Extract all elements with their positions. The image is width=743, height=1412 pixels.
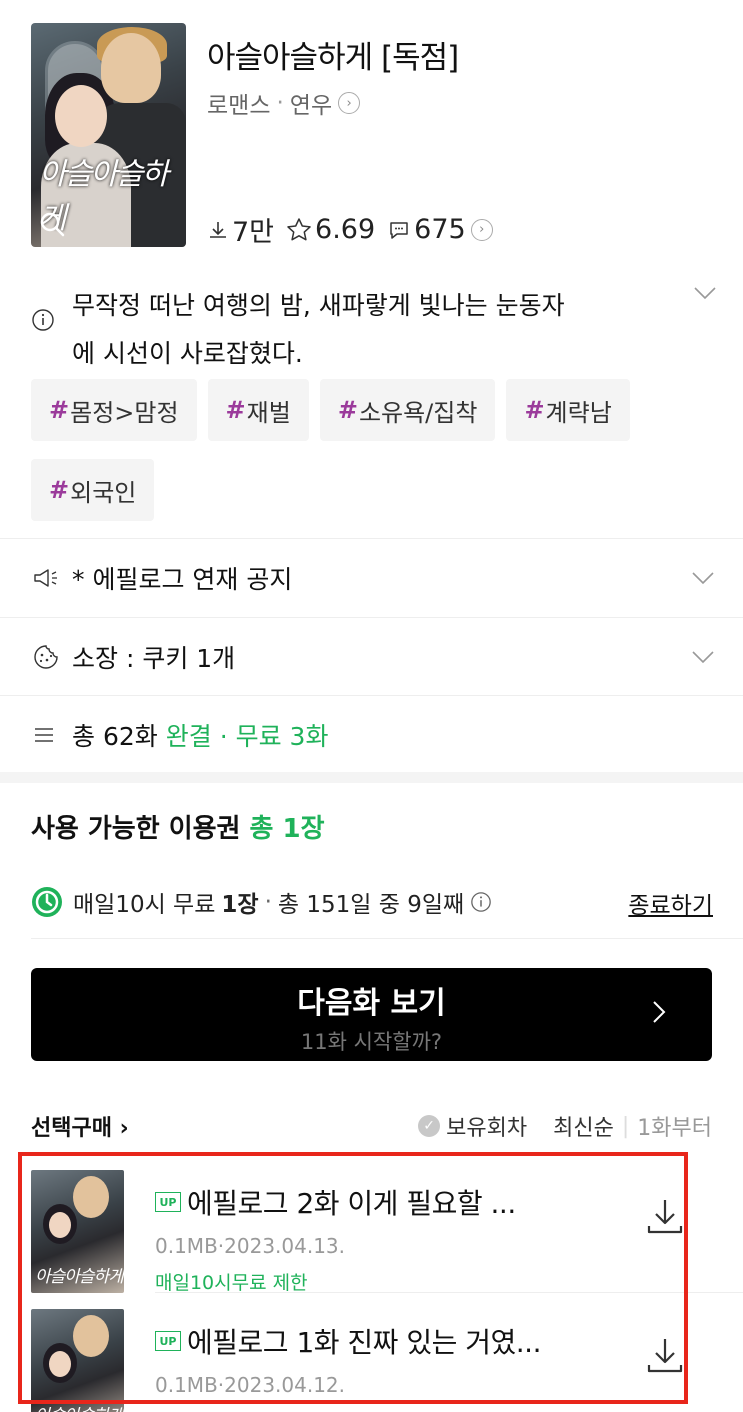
next-episode-button[interactable]: 다음화 보기 11화 시작할까? [31, 968, 712, 1061]
timer-icon [32, 887, 62, 917]
tag-label: 외국인 [70, 478, 137, 507]
free-episodes: 무료 3화 [235, 721, 329, 751]
comments-value: 675 [414, 214, 466, 245]
pass-separator: · [264, 889, 272, 915]
megaphone-icon [34, 568, 57, 587]
chevron-down-icon[interactable] [693, 286, 717, 300]
notice-label: * 에필로그 연재 공지 [72, 564, 293, 594]
chevron-down-icon[interactable] [691, 650, 715, 664]
daily-pass-label: 매일10시 무료 [73, 892, 216, 918]
book-meta[interactable]: 로맨스 · 연우 › [207, 86, 361, 120]
pass-progress: 총 151일 중 9일째 [277, 892, 465, 918]
passes-title-label: 사용 가능한 이용권 [31, 814, 241, 844]
book-title: 아슬아슬하게 [독점] [207, 40, 459, 76]
description-text: 무작정 떠난 여행의 밤, 새파랗게 빛나는 눈동자 에 시선이 사로잡혔다. [72, 282, 642, 378]
hash-symbol: # [49, 476, 70, 504]
hash-symbol: # [337, 396, 358, 424]
end-pass-link[interactable]: 종료하기 [628, 886, 713, 920]
rating-value: 6.69 [315, 214, 376, 245]
daily-pass-count: 1장 [221, 892, 259, 918]
info-icon[interactable] [470, 891, 492, 913]
downloads-stat: 7만 [207, 210, 274, 249]
cookie-row[interactable]: 소장 : 쿠키 1개 [0, 617, 743, 695]
tag-list: # 몸정>맘정 # 재벌 # 소유욕/집착 # 계략남 # 외국인 [31, 379, 731, 521]
downloads-value: 7만 [232, 217, 275, 248]
book-cover[interactable]: 아슬아슬하게 [31, 23, 186, 247]
episode-list-header: 선택구매 › ✓ 보유회차 최신순 | 1화부터 [31, 1110, 712, 1142]
tag-label: 계략남 [545, 398, 612, 427]
zoom-icon[interactable] [39, 211, 65, 237]
daily-pass-row: 매일10시 무료 1장 · 총 151일 중 9일째 종료하기 [31, 880, 713, 924]
passes-count: 총 1장 [249, 814, 325, 844]
chevron-down-icon[interactable] [691, 571, 715, 585]
episode-free-label: 매일10시무료 제한 [155, 1407, 308, 1412]
sort-separator: | [621, 1113, 630, 1139]
description-line: 에 시선이 사로잡혔다. [72, 339, 303, 368]
section-divider [0, 772, 743, 783]
tag-label: 소유욕/집착 [358, 398, 478, 427]
owned-label: 보유회차 [446, 1116, 528, 1141]
sort-from-first[interactable]: 1화부터 [637, 1110, 712, 1142]
comment-icon [390, 221, 408, 239]
cover-man-face [101, 33, 161, 103]
chevron-right-circle-icon[interactable]: › [338, 92, 361, 114]
star-icon [287, 217, 311, 240]
tag-label: 재벌 [246, 398, 291, 427]
owned-filter[interactable]: ✓ 보유회차 [418, 1110, 527, 1142]
notice-row[interactable]: * 에필로그 연재 공지 [0, 538, 743, 616]
hash-symbol: # [49, 396, 70, 424]
comments-stat[interactable]: 675 › [387, 214, 493, 245]
tag-chip[interactable]: # 외국인 [31, 459, 155, 521]
sort-newest[interactable]: 최신순 [553, 1110, 614, 1142]
select-buy-link[interactable]: 선택구매 › [31, 1110, 129, 1142]
cookie-icon [34, 644, 58, 669]
episode-summary: 총 62화 완결 · 무료 3화 [72, 717, 328, 753]
genre-label: 로맨스 [207, 93, 271, 119]
cover-woman-face [55, 85, 107, 147]
tag-chip[interactable]: # 몸정>맘정 [31, 379, 197, 441]
tag-chip[interactable]: # 재벌 [207, 379, 309, 441]
author-label: 연우 [289, 93, 333, 119]
completion-status: 완결 [165, 721, 212, 751]
description-line: 무작정 떠난 여행의 밤, 새파랗게 빛나는 눈동자 [72, 291, 565, 320]
select-buy-label: 선택구매 [31, 1116, 112, 1141]
info-icon [32, 309, 54, 331]
summary-separator: · [219, 721, 236, 751]
episode-total: 총 62화 [72, 721, 158, 751]
tag-label: 몸정>맘정 [70, 398, 179, 427]
divider [31, 938, 743, 939]
rating-stat: 6.69 [286, 214, 375, 245]
chevron-right-icon [653, 1001, 666, 1023]
cookie-label: 소장 : 쿠키 1개 [72, 643, 236, 673]
download-icon [210, 221, 226, 238]
next-episode-label: 다음화 보기 [297, 986, 446, 1021]
passes-title: 사용 가능한 이용권 총 1장 [31, 808, 325, 845]
meta-separator: · [276, 90, 284, 116]
tag-chip[interactable]: # 소유욕/집착 [319, 379, 496, 441]
chevron-right-circle-icon[interactable]: › [470, 218, 493, 241]
book-stats: 7만 6.69 675 › [207, 210, 493, 249]
hash-symbol: # [524, 396, 545, 424]
hash-symbol: # [225, 396, 246, 424]
sort-options: ✓ 보유회차 최신순 | 1화부터 [418, 1110, 712, 1142]
tag-chip[interactable]: # 계략남 [506, 379, 630, 441]
next-episode-sub: 11화 시작할까? [300, 1030, 443, 1054]
episode-summary-row: 총 62화 완결 · 무료 3화 [0, 695, 743, 773]
highlight-box [18, 1152, 688, 1404]
check-circle-icon: ✓ [418, 1115, 441, 1137]
list-icon [35, 727, 53, 742]
